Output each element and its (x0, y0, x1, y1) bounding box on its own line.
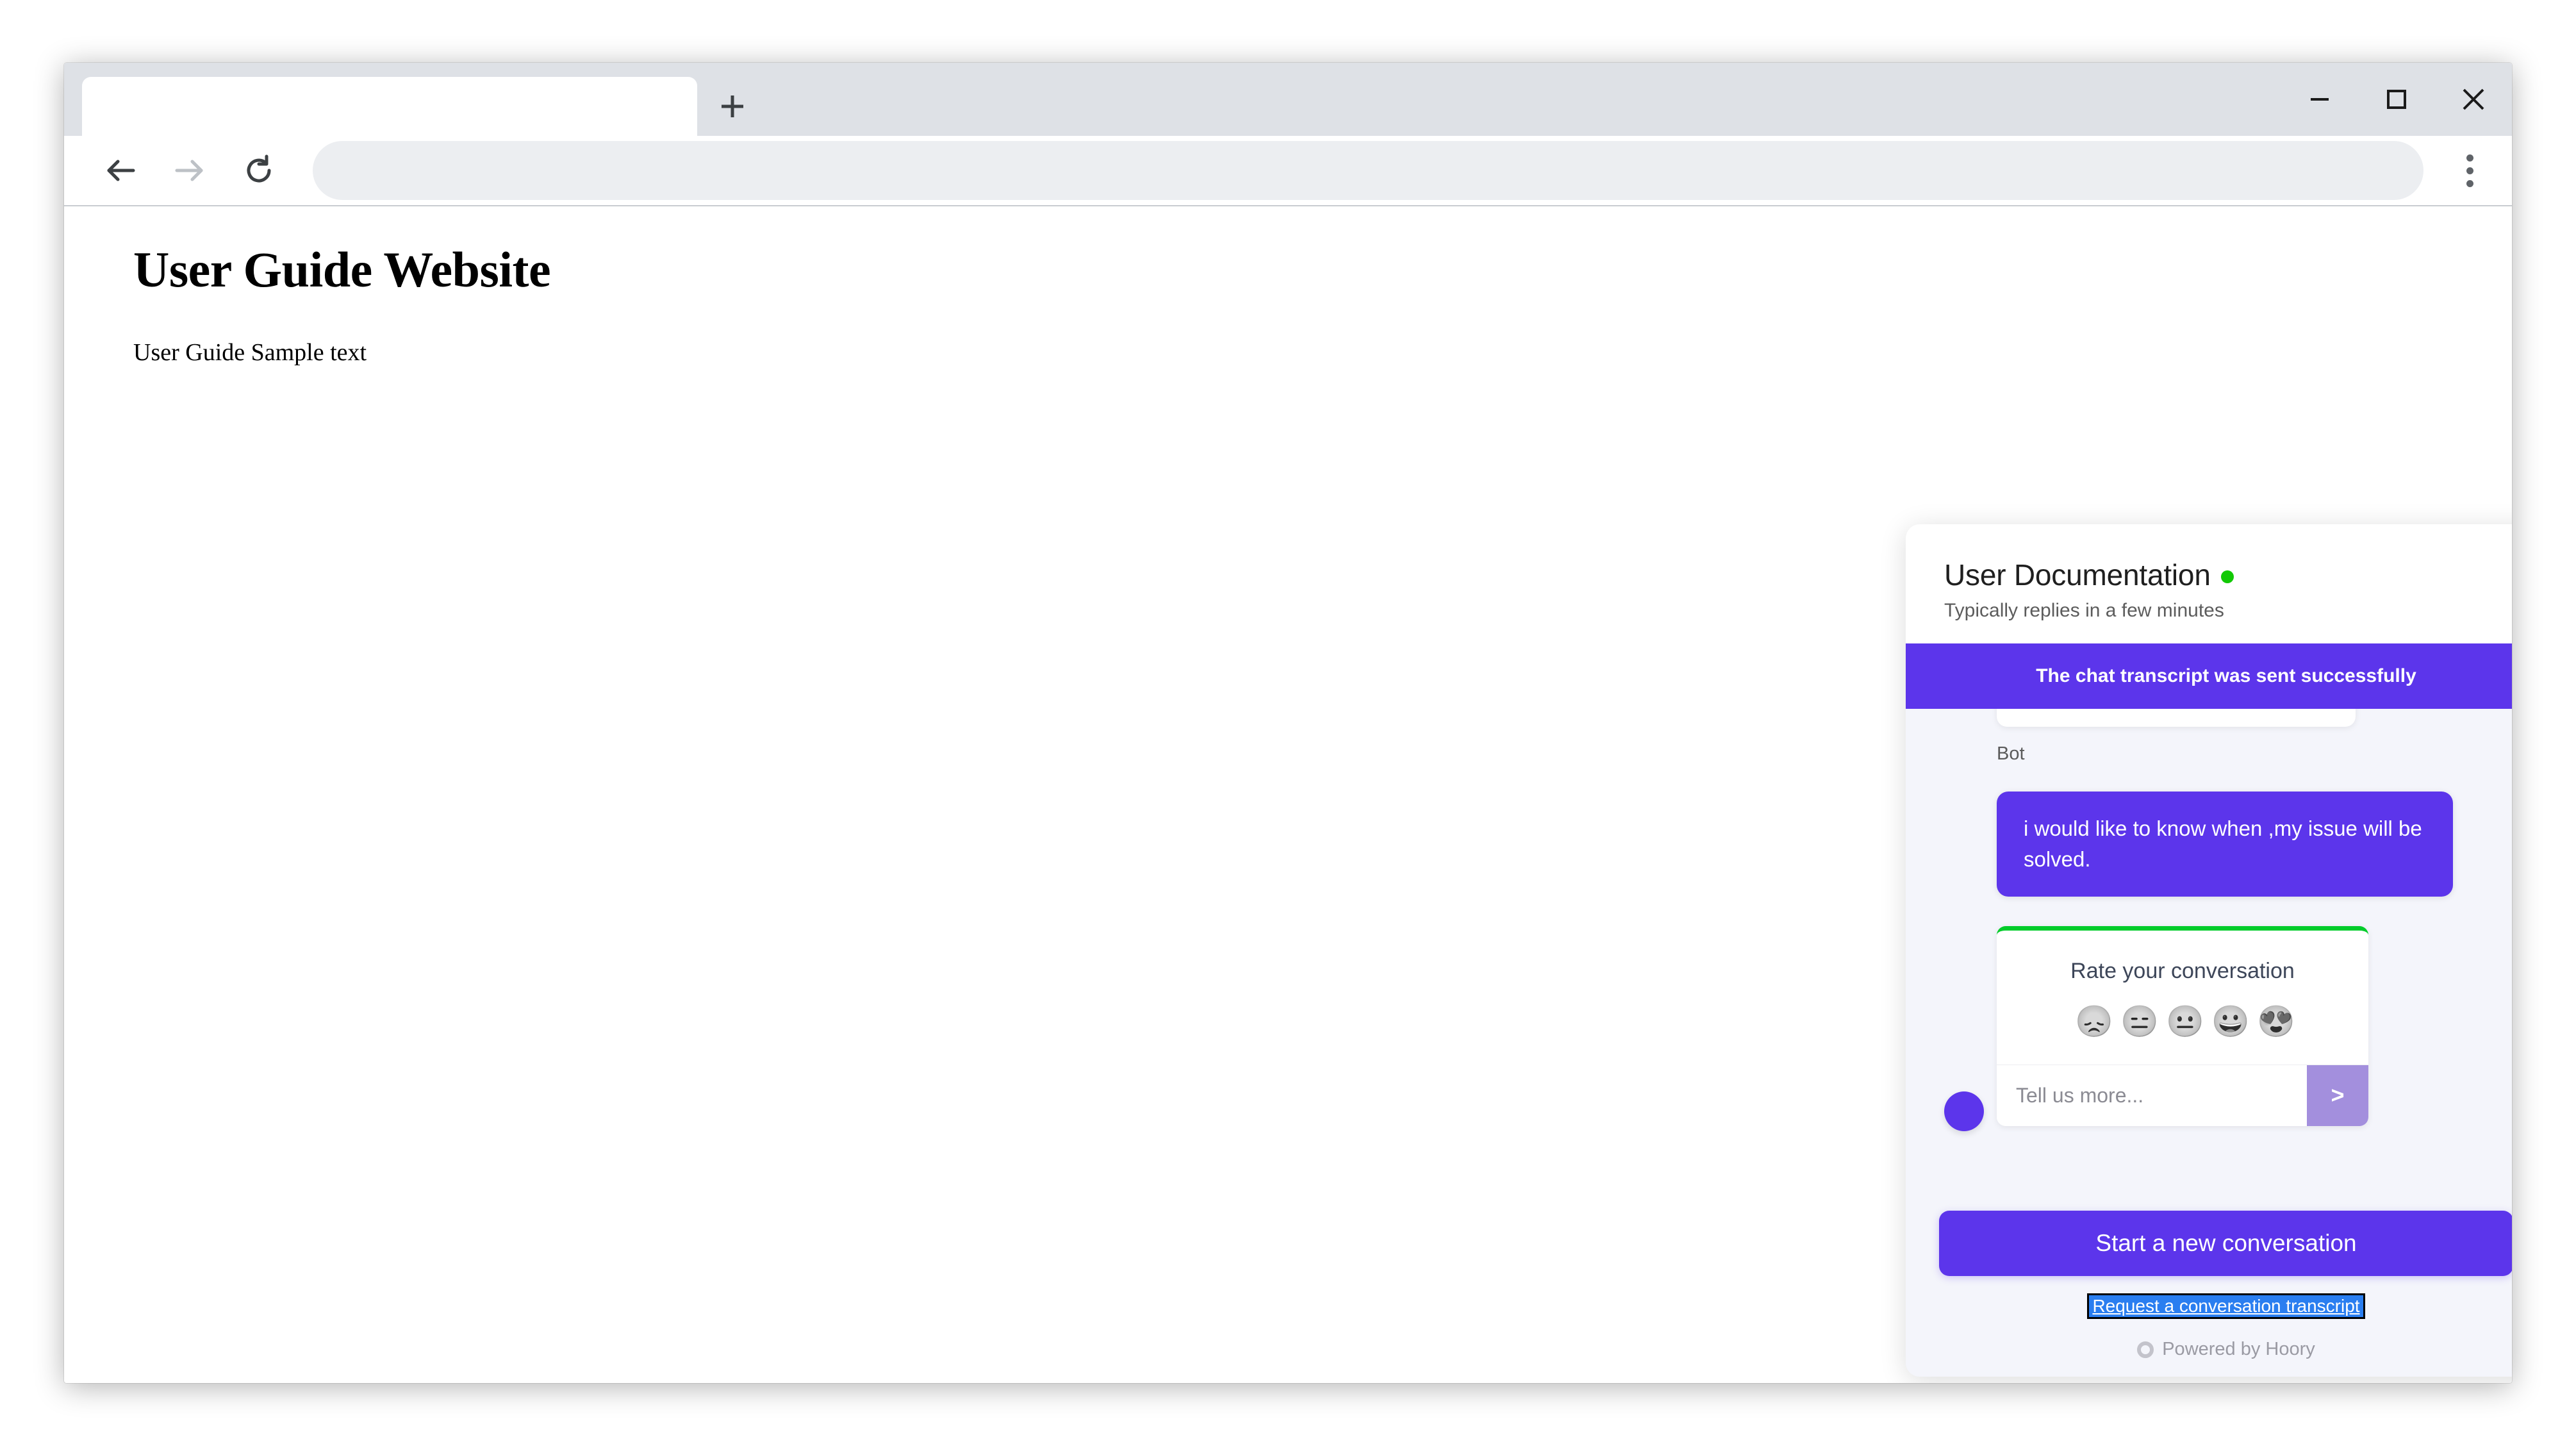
menu-dot (2466, 167, 2473, 174)
browser-window: User Guide Website User Guide Sample tex… (64, 63, 2512, 1383)
request-transcript-wrapper: Request a conversation transcript (1939, 1293, 2512, 1319)
desktop-background: User Guide Website User Guide Sample tex… (0, 0, 2576, 1451)
minimize-icon (2311, 98, 2329, 101)
request-transcript-link[interactable]: Request a conversation transcript (2087, 1293, 2365, 1319)
browser-toolbar (64, 136, 2512, 205)
chat-widget-subtitle: Typically replies in a few minutes (1944, 600, 2224, 621)
reload-icon (247, 154, 271, 183)
chat-messages-list: Bot i would like to know when ,my issue … (1906, 709, 2512, 1131)
powered-by-label: Powered by Hoory (2162, 1339, 2315, 1359)
rating-emoji-row: 😞 😑 😐 😀 😍 (1997, 984, 2368, 1065)
chat-widget: User Documentation Typically replies in … (1906, 524, 2512, 1377)
hoory-logo-icon (2137, 1341, 2154, 1358)
online-status-icon (2220, 570, 2234, 583)
browser-menu-button[interactable] (2441, 136, 2498, 205)
bot-message-bubble-partial (1997, 709, 2356, 727)
chat-widget-title: User Documentation (1944, 558, 2211, 592)
plus-icon (722, 95, 743, 117)
minimize-button[interactable] (2281, 63, 2358, 136)
menu-dot (2466, 179, 2473, 187)
rating-input-row: > (1997, 1064, 2368, 1126)
disappointed-face-icon[interactable]: 😞 (2075, 1005, 2113, 1039)
menu-dot (2466, 154, 2473, 162)
chat-widget-footer: Start a new conversation Request a conve… (1906, 1211, 2512, 1377)
close-icon (2463, 88, 2484, 110)
page-viewport: User Guide Website User Guide Sample tex… (64, 205, 2512, 1383)
arrow-left-icon (107, 160, 135, 181)
rating-card: Rate your conversation 😞 😑 😐 😀 😍 Tell us… (1997, 925, 2368, 1126)
close-window-button[interactable] (2435, 63, 2512, 136)
chat-widget-header: User Documentation Typically replies in … (1906, 524, 2512, 643)
window-controls (2281, 63, 2512, 136)
powered-by-footer: Powered by Hoory (1939, 1339, 2512, 1360)
browser-tab-strip (64, 63, 2512, 136)
rating-card-title: Rate your conversation (2070, 958, 2295, 983)
message-row-bot-partial: Bot (1944, 709, 2485, 765)
chat-widget-title-row: User Documentation (1944, 558, 2508, 592)
forward-button[interactable] (155, 136, 224, 205)
transcript-success-banner: The chat transcript was sent successfull… (1906, 643, 2512, 709)
bot-sender-label: Bot (1997, 743, 2025, 764)
start-new-conversation-button[interactable]: Start a new conversation (1939, 1211, 2512, 1276)
rating-card-wrapper: Rate your conversation 😞 😑 😐 😀 😍 Tell us… (1944, 925, 2368, 1131)
maximize-button[interactable] (2358, 63, 2435, 136)
chat-messages-area: Bot i would like to know when ,my issue … (1906, 709, 2512, 1211)
reload-button[interactable] (224, 136, 293, 205)
neutral-face-icon[interactable]: 😐 (2166, 1005, 2204, 1039)
send-feedback-button[interactable]: > (2307, 1065, 2368, 1126)
expressionless-face-icon[interactable]: 😑 (2120, 1005, 2159, 1039)
back-button[interactable] (86, 136, 155, 205)
new-tab-button[interactable] (697, 77, 768, 136)
arrow-right-icon (175, 160, 203, 181)
message-row-user: i would like to know when ,my issue will… (1944, 792, 2485, 897)
user-message-bubble: i would like to know when ,my issue will… (1997, 792, 2453, 897)
page-title: User Guide Website (133, 242, 551, 297)
heart-eyes-face-icon[interactable]: 😍 (2257, 1005, 2295, 1039)
feedback-input[interactable] (1997, 1065, 2307, 1126)
page-body-text: User Guide Sample text (133, 339, 367, 366)
maximize-icon (2387, 90, 2406, 109)
browser-tab[interactable] (82, 77, 697, 136)
address-bar[interactable] (313, 141, 2423, 200)
user-avatar (1944, 1091, 1984, 1131)
page-content: User Guide Website User Guide Sample tex… (64, 241, 2512, 367)
smiling-face-icon[interactable]: 😀 (2211, 1005, 2250, 1039)
